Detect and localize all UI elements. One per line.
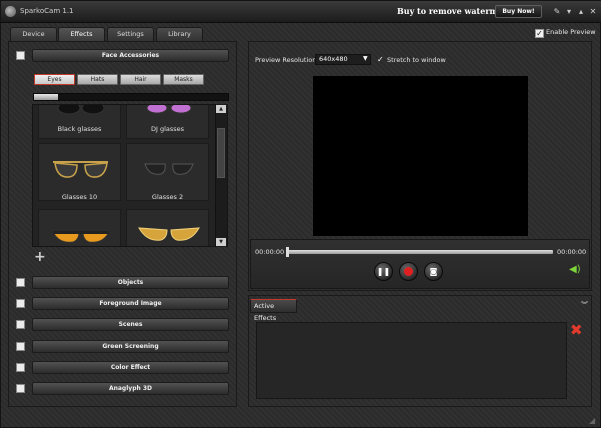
preview-screen	[313, 76, 528, 236]
volume-icon[interactable]: ◀)	[569, 264, 581, 275]
resize-grip-icon[interactable]: ◢	[589, 416, 595, 425]
gallery-label: Black glasses	[57, 125, 102, 133]
app-title: SparkoCam 1.1	[20, 7, 74, 15]
subtab-masks[interactable]: Masks	[163, 74, 204, 85]
gold-glasses-icon	[138, 227, 200, 241]
collapse-chevron-icon[interactable]: ︾	[581, 300, 588, 310]
pin-icon[interactable]: ✎	[552, 6, 562, 18]
gallery-item-black-glasses[interactable]	[38, 105, 121, 139]
tab-settings[interactable]: Settings	[107, 27, 154, 41]
tab-active-effects[interactable]: Active Effects	[250, 299, 297, 322]
stretch-to-window-label: Stretch to window	[387, 56, 446, 64]
face-accessories-checkbox[interactable]	[16, 51, 25, 60]
active-effects-list	[256, 322, 567, 399]
tab-effects[interactable]: Effects	[58, 27, 105, 42]
section-color-effect[interactable]: Color Effect	[32, 361, 229, 374]
minimize-icon[interactable]: ▾	[564, 6, 574, 18]
foreground-image-checkbox[interactable]	[16, 299, 25, 308]
anaglyph-3d-checkbox[interactable]	[16, 384, 25, 393]
seek-handle[interactable]	[286, 247, 289, 257]
gallery-label: Glasses 10	[61, 193, 98, 201]
seek-bar[interactable]	[287, 250, 553, 254]
pause-button[interactable]: ❚❚	[374, 262, 393, 281]
total-time: 00:00:00	[557, 248, 587, 256]
pause-icon: ❚❚	[376, 267, 391, 276]
gallery-item-gold-glasses[interactable]	[126, 209, 209, 246]
delete-icon[interactable]: ✖	[570, 321, 583, 339]
camera-icon: ◙	[429, 267, 438, 276]
app-logo-icon	[5, 6, 16, 17]
color-effect-checkbox[interactable]	[16, 363, 25, 372]
section-scenes[interactable]: Scenes	[32, 318, 229, 331]
subtab-hair[interactable]: Hair	[120, 74, 161, 85]
section-foreground-image[interactable]: Foreground Image	[32, 297, 229, 310]
scroll-up-icon[interactable]: ▲	[216, 105, 226, 113]
tab-library[interactable]: Library	[156, 27, 203, 41]
preview-resolution-label: Preview Resolution:	[255, 56, 319, 64]
snapshot-button[interactable]: ◙	[424, 262, 443, 281]
current-time: 00:00:00	[255, 248, 285, 256]
gallery-item-orange-glasses[interactable]	[38, 209, 121, 246]
loading-progress-fill	[34, 94, 58, 100]
record-button[interactable]	[399, 262, 418, 281]
orange-glasses-icon	[52, 231, 110, 243]
add-icon[interactable]: +	[34, 249, 46, 265]
stretch-checkmark-icon[interactable]: ✓	[377, 55, 384, 64]
subtab-eyes[interactable]: Eyes	[34, 74, 75, 85]
section-face-accessories[interactable]: Face Accessories	[32, 49, 229, 62]
chevron-down-icon[interactable]: ▼	[363, 55, 368, 62]
tab-device[interactable]: Device	[10, 27, 57, 41]
player-controls	[250, 239, 590, 289]
objects-checkbox[interactable]	[16, 278, 25, 287]
loading-progress-bar	[33, 93, 229, 101]
record-icon	[404, 267, 413, 276]
buy-now-button[interactable]: Buy Now!	[495, 5, 542, 18]
section-green-screening[interactable]: Green Screening	[32, 340, 229, 353]
app-window: SparkoCam 1.1 Buy to remove watermark Bu…	[0, 0, 601, 428]
glasses-icon	[57, 105, 105, 115]
close-icon[interactable]: ✕	[588, 6, 598, 18]
enable-preview-checkbox[interactable]: ✓	[535, 29, 544, 38]
green-screening-checkbox[interactable]	[16, 342, 25, 351]
accessory-gallery: Black glasses DJ glasses Glasses 10 Glas…	[32, 104, 228, 247]
glasses-icon	[146, 105, 192, 114]
maximize-icon[interactable]: ▴	[576, 6, 586, 18]
gallery-label: Glasses 2	[151, 193, 184, 201]
gallery-scroll-thumb[interactable]	[217, 128, 225, 178]
subtab-hats[interactable]: Hats	[77, 74, 118, 85]
section-anaglyph-3d[interactable]: Anaglyph 3D	[32, 382, 229, 395]
scenes-checkbox[interactable]	[16, 320, 25, 329]
enable-preview-label: Enable Preview	[546, 28, 596, 36]
section-objects[interactable]: Objects	[32, 276, 229, 289]
gallery-item-dj-glasses[interactable]	[126, 105, 209, 139]
scroll-down-icon[interactable]: ▼	[216, 238, 226, 246]
gallery-label: DJ glasses	[150, 125, 185, 133]
